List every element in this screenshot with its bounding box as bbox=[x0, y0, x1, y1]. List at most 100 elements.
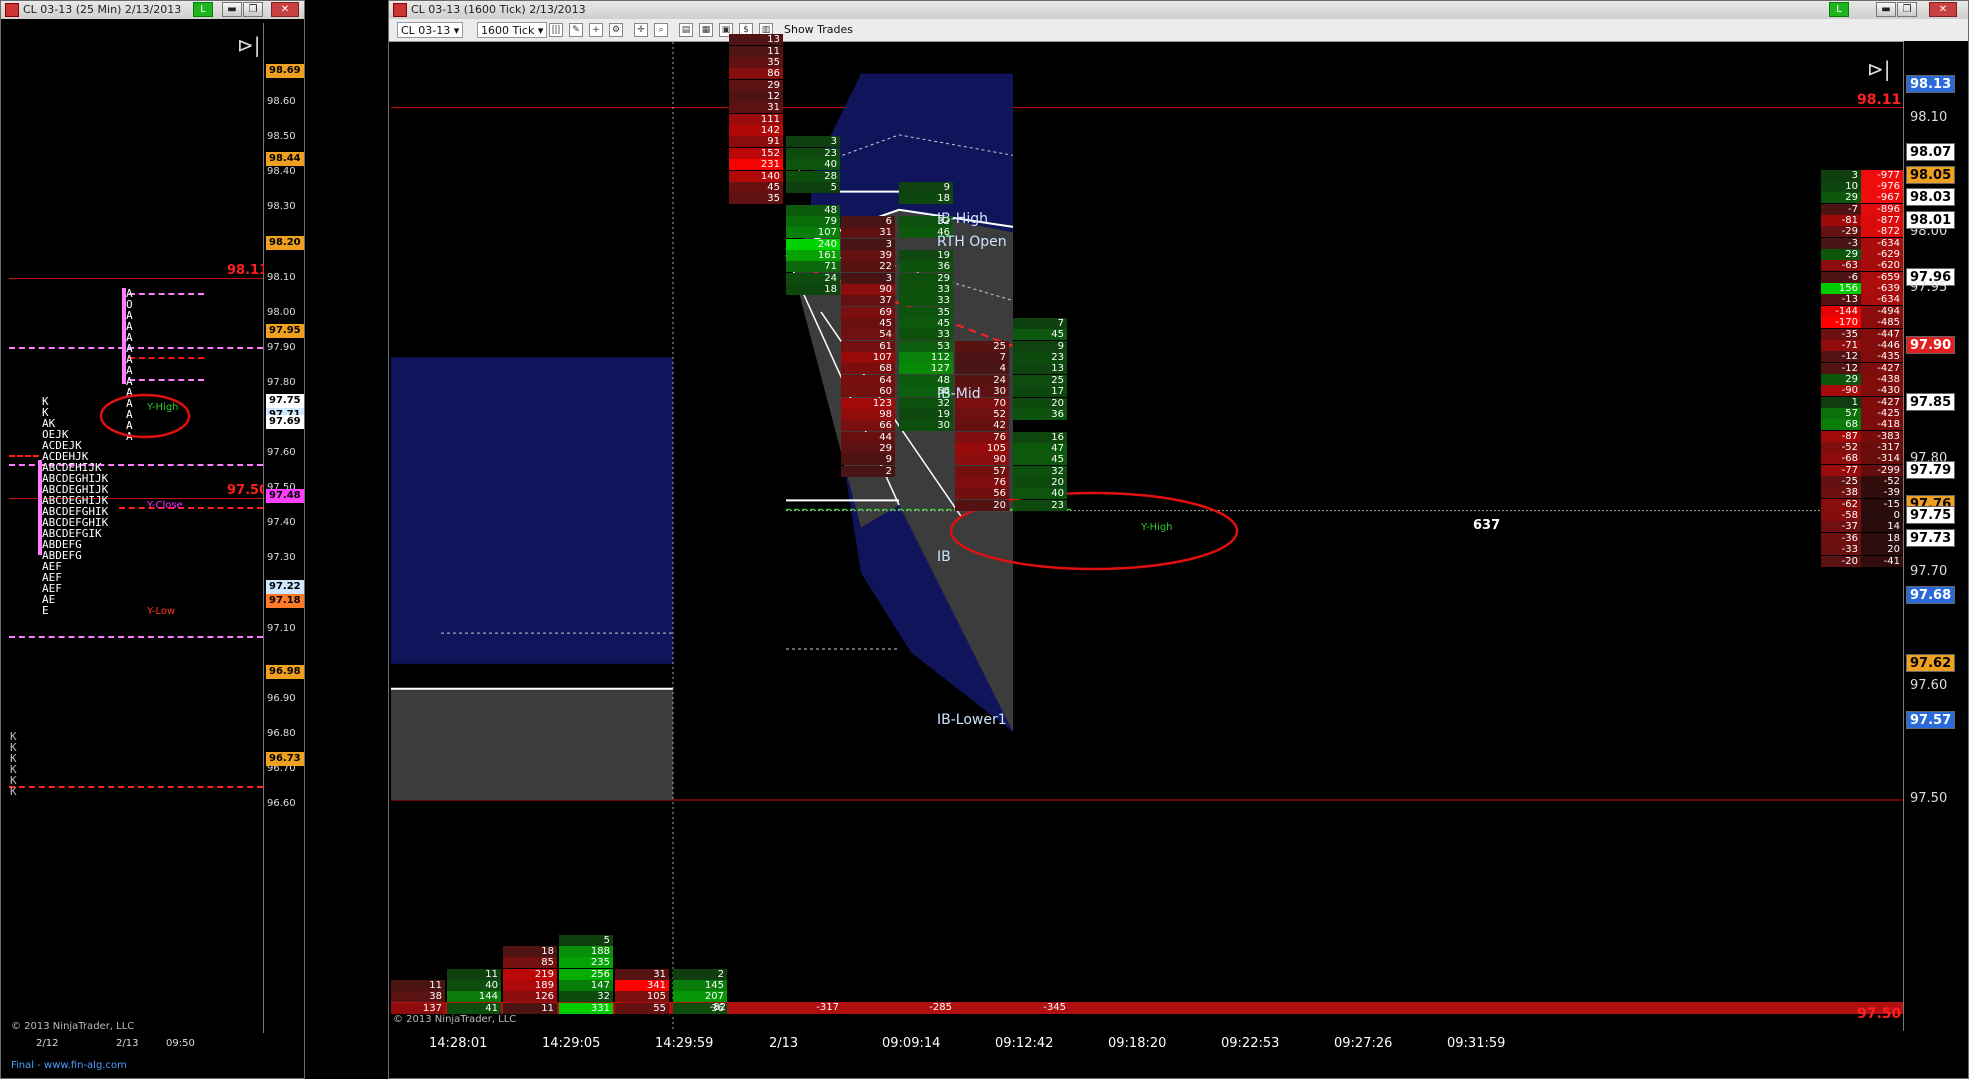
early-bar-cell: 189 bbox=[503, 979, 557, 991]
footprint-cell: 123 bbox=[841, 397, 895, 409]
right-time-label: 09:18:20 bbox=[1108, 1036, 1167, 1051]
right-time-label: 09:09:14 bbox=[882, 1036, 941, 1051]
left-dashed-97.84 bbox=[129, 379, 204, 381]
early-bar-cell: 219 bbox=[503, 968, 557, 980]
crosshair-icon[interactable]: ✛ bbox=[634, 23, 648, 37]
left-price-tick: 96.60 bbox=[267, 798, 296, 809]
footprint-cell: 231 bbox=[729, 159, 783, 171]
footprint-cell: 161 bbox=[786, 249, 840, 261]
ladder-cumulative: -427 bbox=[1861, 362, 1903, 374]
early-bar-cell: 11 bbox=[391, 979, 445, 991]
footprint-cell: 18 bbox=[786, 284, 840, 295]
ladder-cumulative: -447 bbox=[1861, 328, 1903, 340]
bar-type-icon[interactable]: ||| bbox=[549, 23, 563, 37]
footprint-cell: 25 bbox=[1013, 374, 1067, 386]
right-price-tick: 98.10 bbox=[1910, 110, 1948, 125]
period-selector[interactable]: 1600 Tick ▾ bbox=[477, 22, 548, 38]
zoom-icon[interactable]: ⌕ bbox=[654, 23, 668, 37]
ladder-volume: -144 bbox=[1821, 305, 1861, 317]
right-time-label: 09:27:26 bbox=[1334, 1036, 1393, 1051]
ladder-cumulative: -872 bbox=[1861, 226, 1903, 238]
early-bar-cell: 147 bbox=[559, 979, 613, 991]
ladder-volume: 29 bbox=[1821, 249, 1861, 261]
right-price-tick: 97.70 bbox=[1910, 564, 1948, 579]
left-dashed-red-96.70 bbox=[9, 786, 263, 788]
left-time-2-12: 2/12 bbox=[36, 1038, 59, 1049]
right-minimize-button[interactable]: ▬ bbox=[1876, 2, 1896, 17]
right-red-label-97.50: 97.50 bbox=[1857, 1006, 1902, 1022]
footprint-cell: 60 bbox=[841, 386, 895, 398]
left-annotation-y-low: Y-Low bbox=[147, 606, 176, 617]
left-price-tag: 97.18 bbox=[266, 594, 304, 609]
footprint-cell: 36 bbox=[1013, 408, 1067, 420]
footprint-cell: 90 bbox=[841, 284, 895, 295]
footprint-cell: 111 bbox=[729, 113, 783, 125]
left-close-button[interactable]: ✕ bbox=[271, 2, 299, 17]
left-dashed-red-97.48 bbox=[119, 507, 263, 509]
ladder-volume: 10 bbox=[1821, 180, 1861, 192]
footprint-cell: 7 bbox=[955, 352, 1009, 364]
ladder-cumulative: -485 bbox=[1861, 317, 1903, 329]
left-footer-link[interactable]: Final - www.fin-alg.com bbox=[11, 1060, 127, 1071]
footprint-cell: 37 bbox=[841, 295, 895, 307]
footprint-cell: 33 bbox=[899, 284, 953, 295]
footprint-cell: 3 bbox=[841, 238, 895, 250]
show-trades-button[interactable]: Show Trades bbox=[781, 22, 856, 38]
ladder-volume: 3 bbox=[1821, 169, 1861, 181]
ladder-cumulative: -299 bbox=[1861, 464, 1903, 476]
add-indicator-icon[interactable]: + bbox=[589, 23, 603, 37]
footprint-cell: 13 bbox=[1013, 363, 1067, 375]
ladder-cumulative: 14 bbox=[1861, 521, 1903, 533]
right-close-button[interactable]: ✕ bbox=[1929, 2, 1957, 17]
left-copyright: © 2013 NinjaTrader, LLC bbox=[11, 1021, 135, 1032]
data-box-icon[interactable]: ▤ bbox=[679, 23, 693, 37]
left-plot-area[interactable]: K K AK OEJK ACDEJK ACDEHJK ABCDEHIJK ABC… bbox=[9, 23, 268, 1033]
footprint-cell: 68 bbox=[841, 363, 895, 375]
level-ib-mid: IB-Mid bbox=[937, 386, 981, 402]
footprint-cell: 23 bbox=[786, 147, 840, 159]
footprint-cell: 45 bbox=[1013, 454, 1067, 466]
left-price-tag: 97.22 bbox=[266, 580, 304, 595]
ladder-volume: -77 bbox=[1821, 464, 1861, 476]
footprint-cell: 52 bbox=[955, 408, 1009, 420]
right-plot-area[interactable]: 13 11 35 86 29 12 31 111 142 91 152 231 140 45 35 3 23 40… bbox=[391, 34, 1904, 1031]
left-maximize-button[interactable]: ❐ bbox=[243, 2, 263, 17]
footprint-cell: 53 bbox=[899, 340, 953, 352]
early-bar-cell: 207 bbox=[673, 991, 727, 1003]
right-link-button[interactable]: L bbox=[1829, 2, 1849, 17]
early-bar-cell: 331 bbox=[559, 1002, 613, 1014]
right-titlebar[interactable]: CL 03-13 (1600 Tick) 2/13/2013 bbox=[389, 1, 1968, 19]
early-bar-cell: 32 bbox=[559, 991, 613, 1003]
footprint-cell: 17 bbox=[1013, 386, 1067, 398]
ladder-volume: -58 bbox=[1821, 510, 1861, 522]
right-price-tag: 97.75 bbox=[1906, 506, 1956, 525]
ladder-cumulative: -39 bbox=[1861, 487, 1903, 499]
right-price-tag: 97.73 bbox=[1906, 528, 1956, 547]
ladder-cumulative: -425 bbox=[1861, 407, 1903, 419]
footprint-cell: 9 bbox=[899, 181, 953, 193]
drawing-pencil-icon[interactable]: ✎ bbox=[569, 23, 583, 37]
ladder-volume: -71 bbox=[1821, 339, 1861, 351]
right-maximize-button[interactable]: ❐ bbox=[1897, 2, 1917, 17]
ladder-cumulative: -634 bbox=[1861, 294, 1903, 306]
footprint-cell: 35 bbox=[729, 57, 783, 68]
left-link-button[interactable]: L bbox=[193, 2, 213, 17]
right-chart-toolbar: CL 03-13 ▾ 1600 Tick ▾ ||| ✎ + ⚙ ✛ ⌕ ▤ ▦… bbox=[389, 19, 1968, 42]
left-minimize-button[interactable]: ▬ bbox=[222, 2, 242, 17]
right-chart-window[interactable]: CL 03-13 (1600 Tick) 2/13/2013 L ▬ ❐ ✕ C… bbox=[388, 0, 1969, 1079]
footprint-cell: 3 bbox=[841, 272, 895, 284]
left-chart-window[interactable]: CL 03-13 (25 Min) 2/13/2013 L ▬ ❐ ✕ F ⊳|… bbox=[0, 0, 305, 1079]
footprint-cell: 23 bbox=[1013, 499, 1067, 511]
left-price-axis[interactable]: 98.60 98.50 98.40 98.30 98.10 98.00 97.90 97.80… bbox=[264, 23, 304, 1078]
right-price-axis[interactable]: 98.10 98.00 97.80 97.70 97.60 97.50 98.13 98.0… bbox=[1904, 41, 1968, 1078]
properties-icon[interactable]: ▦ bbox=[699, 23, 713, 37]
footprint-cell: 19 bbox=[899, 249, 953, 261]
left-tpo-right: A O A A A A A A A A A A A A bbox=[126, 287, 133, 443]
early-bar-cell: 235 bbox=[559, 957, 613, 969]
left-price-tag: 96.98 bbox=[266, 664, 304, 679]
right-price-tag: 97.90 bbox=[1906, 336, 1956, 354]
left-price-tick: 98.60 bbox=[267, 96, 296, 107]
instrument-selector[interactable]: CL 03-13 ▾ bbox=[397, 22, 464, 38]
footprint-cell: 30 bbox=[899, 420, 953, 432]
strategy-icon[interactable]: ⚙ bbox=[609, 23, 623, 37]
